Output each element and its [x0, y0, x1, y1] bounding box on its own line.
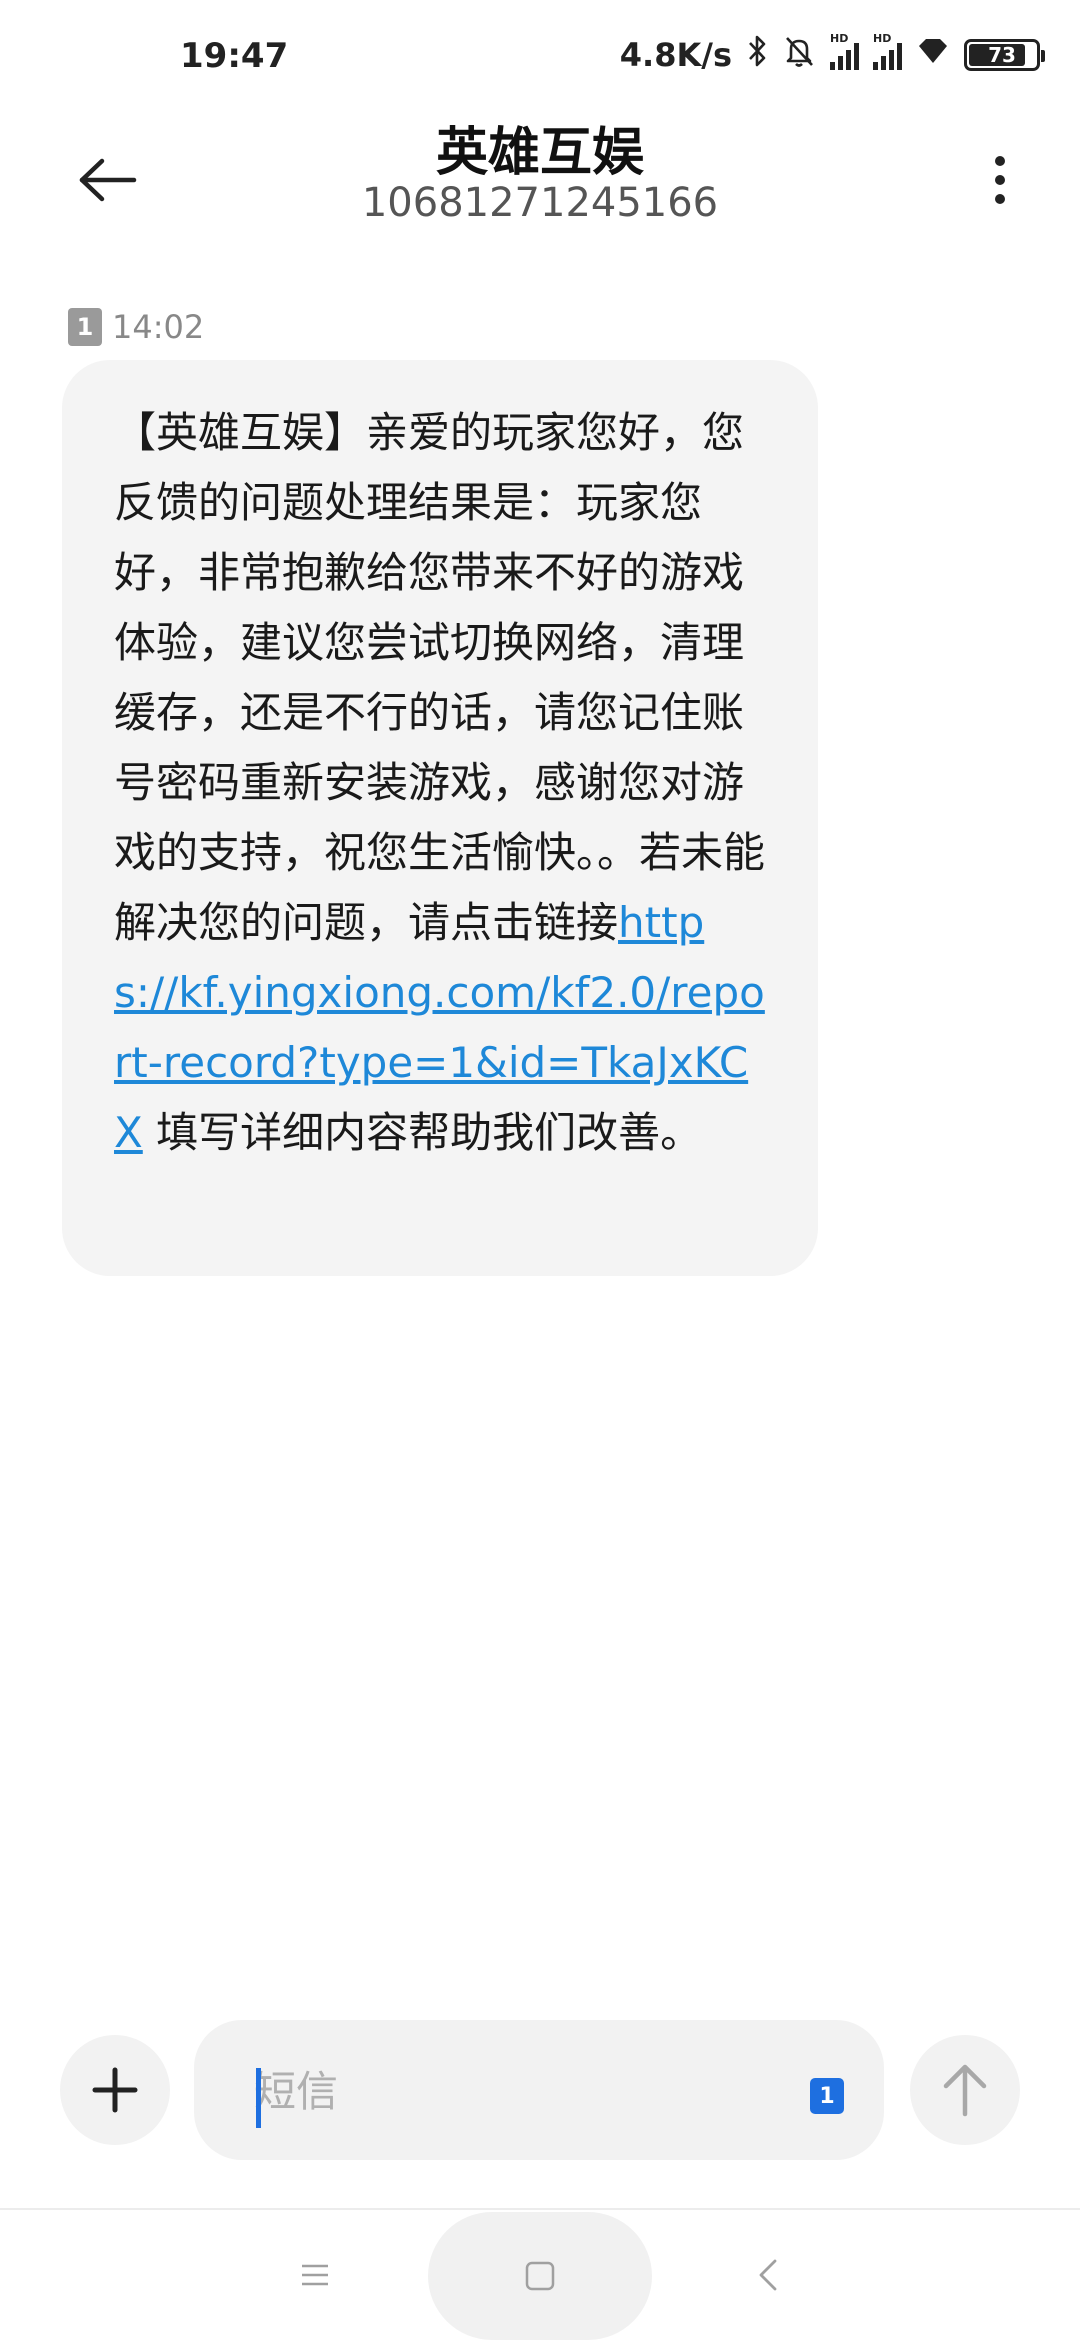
- text-caret: [256, 2068, 261, 2128]
- more-vertical-icon: [995, 156, 1005, 204]
- send-button[interactable]: [910, 2035, 1020, 2145]
- menu-icon: [302, 2264, 328, 2286]
- home-button[interactable]: [428, 2212, 652, 2340]
- conversation-header: 英雄互娱 10681271245166: [0, 110, 1080, 260]
- back-button[interactable]: [68, 140, 148, 220]
- network-speed: 4.8K/s: [619, 36, 732, 74]
- message-input[interactable]: [254, 2056, 734, 2126]
- status-icons: 4.8K/s HD HD 73: [619, 32, 1045, 76]
- status-bar: 19:47 4.8K/s HD HD 73: [0, 0, 1080, 110]
- recent-apps-button[interactable]: [280, 2230, 350, 2320]
- message-text: 【英雄互娱】亲爱的玩家您好，您反馈的问题处理结果是：玩家您好，非常抱歉给您带来不…: [114, 408, 766, 947]
- sim-slot-badge: 1: [68, 308, 102, 346]
- message-time: 14:02: [112, 308, 205, 346]
- message-meta: 1 14:02: [68, 308, 204, 346]
- sim-select-button[interactable]: 1: [810, 2078, 844, 2114]
- contact-number: 10681271245166: [361, 180, 719, 226]
- mute-bell-icon: [782, 34, 816, 76]
- sim1-hd-tag: HD: [830, 32, 849, 45]
- message-bubble[interactable]: 【英雄互娱】亲爱的玩家您好，您反馈的问题处理结果是：玩家您好，非常抱歉给您带来不…: [62, 360, 818, 1276]
- sim2-hd-tag: HD: [873, 32, 892, 45]
- arrow-up-icon: [943, 2064, 987, 2117]
- message-input-box[interactable]: 1: [194, 2020, 884, 2160]
- message-text-tail: 填写详细内容帮助我们改善。: [142, 1108, 703, 1157]
- composer: 1: [0, 2010, 1080, 2170]
- contact-name: 英雄互娱: [435, 123, 644, 183]
- more-options-button[interactable]: [960, 140, 1040, 220]
- square-icon: [525, 2261, 555, 2291]
- arrow-left-icon: [79, 158, 137, 202]
- battery-level: 73: [988, 43, 1016, 67]
- status-time: 19:47: [180, 36, 289, 76]
- navigation-bar: [0, 2210, 1080, 2340]
- diamond-icon: [916, 36, 950, 74]
- system-back-button[interactable]: [733, 2230, 803, 2320]
- attach-button[interactable]: [60, 2035, 170, 2145]
- plus-icon: [92, 2067, 138, 2113]
- signal-icon: HD: [873, 32, 902, 70]
- bluetooth-icon: [746, 34, 768, 76]
- signal-icon: HD: [830, 32, 859, 70]
- chevron-left-icon: [759, 2259, 777, 2291]
- battery-icon: 73: [964, 39, 1045, 71]
